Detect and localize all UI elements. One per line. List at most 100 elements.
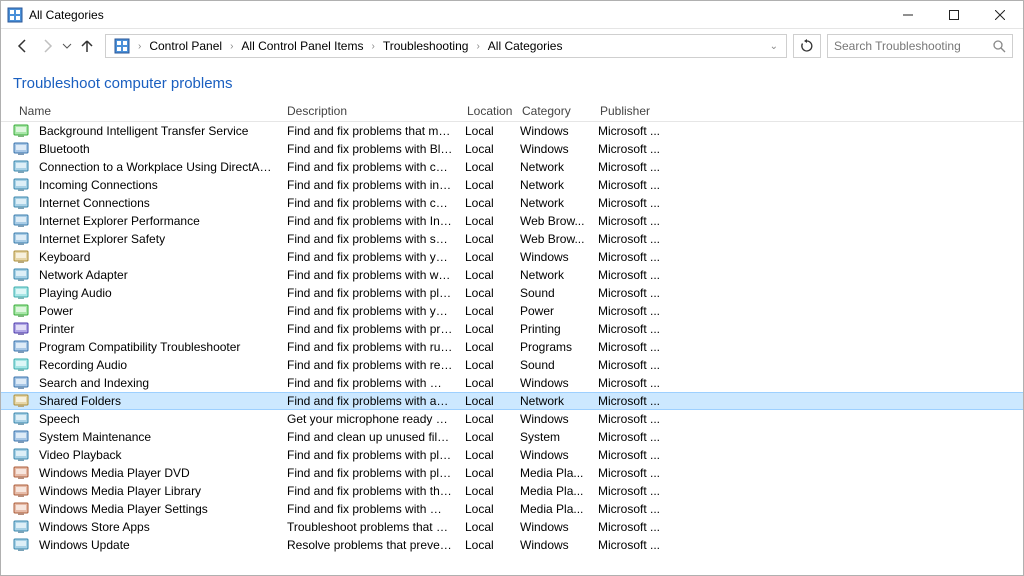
item-category: Network [514, 160, 592, 174]
item-description: Find and fix problems with playin... [281, 448, 459, 462]
item-description: Find and fix problems with conne... [281, 160, 459, 174]
list-item[interactable]: Internet Explorer PerformanceFind and fi… [1, 212, 1023, 230]
item-name: Windows Store Apps [33, 520, 281, 534]
item-publisher: Microsoft ... [592, 538, 672, 552]
item-location: Local [459, 394, 514, 408]
column-location[interactable]: Location [461, 104, 516, 118]
item-publisher: Microsoft ... [592, 304, 672, 318]
list-item[interactable]: PowerFind and fix problems with your c..… [1, 302, 1023, 320]
item-name: Video Playback [33, 448, 281, 462]
breadcrumb-all-categories[interactable]: All Categories [482, 35, 569, 57]
list-item[interactable]: Program Compatibility TroubleshooterFind… [1, 338, 1023, 356]
item-name: System Maintenance [33, 430, 281, 444]
item-category: Web Brow... [514, 232, 592, 246]
item-location: Local [459, 304, 514, 318]
item-publisher: Microsoft ... [592, 502, 672, 516]
item-location: Local [459, 448, 514, 462]
chevron-down-icon[interactable]: ⌄ [764, 41, 784, 52]
column-description[interactable]: Description [281, 104, 461, 118]
troubleshooter-icon [13, 249, 29, 265]
item-category: Windows [514, 520, 592, 534]
troubleshooter-icon [13, 465, 29, 481]
refresh-button[interactable] [793, 34, 821, 58]
item-location: Local [459, 178, 514, 192]
item-publisher: Microsoft ... [592, 430, 672, 444]
item-category: Windows [514, 448, 592, 462]
list-item[interactable]: Windows Media Player DVDFind and fix pro… [1, 464, 1023, 482]
item-category: Windows [514, 376, 592, 390]
item-publisher: Microsoft ... [592, 196, 672, 210]
troubleshooter-icon [13, 393, 29, 409]
breadcrumb-troubleshooting[interactable]: Troubleshooting [377, 35, 475, 57]
item-location: Local [459, 466, 514, 480]
maximize-button[interactable] [931, 1, 977, 29]
troubleshooter-icon [13, 537, 29, 553]
breadcrumb-all-items[interactable]: All Control Panel Items [235, 35, 369, 57]
back-button[interactable] [11, 34, 35, 58]
item-name: Internet Connections [33, 196, 281, 210]
list-item[interactable]: SpeechGet your microphone ready and f...… [1, 410, 1023, 428]
item-description: Find and fix problems with Intern... [281, 214, 459, 228]
column-name[interactable]: Name [13, 104, 281, 118]
list-item[interactable]: Windows Store AppsTroubleshoot problems … [1, 518, 1023, 536]
chevron-right-icon[interactable]: › [136, 41, 143, 52]
window-title: All Categories [29, 8, 885, 22]
item-description: Find and fix problems with Wind... [281, 376, 459, 390]
list-item[interactable]: Windows UpdateResolve problems that prev… [1, 536, 1023, 554]
list-item[interactable]: Recording AudioFind and fix problems wit… [1, 356, 1023, 374]
search-input[interactable]: Search Troubleshooting [827, 34, 1013, 58]
address-bar[interactable]: › Control Panel › All Control Panel Item… [105, 34, 787, 58]
column-category[interactable]: Category [516, 104, 594, 118]
item-location: Local [459, 538, 514, 552]
item-category: Programs [514, 340, 592, 354]
chevron-right-icon[interactable]: › [369, 41, 376, 52]
list-item[interactable]: PrinterFind and fix problems with printi… [1, 320, 1023, 338]
list-item[interactable]: Search and IndexingFind and fix problems… [1, 374, 1023, 392]
list-item[interactable]: Internet Explorer SafetyFind and fix pro… [1, 230, 1023, 248]
troubleshooter-icon [13, 375, 29, 391]
list-item[interactable]: Windows Media Player SettingsFind and fi… [1, 500, 1023, 518]
item-category: Sound [514, 358, 592, 372]
list-item[interactable]: Playing AudioFind and fix problems with … [1, 284, 1023, 302]
chevron-right-icon[interactable]: › [474, 41, 481, 52]
item-description: Find and fix problems with securi... [281, 232, 459, 246]
column-publisher[interactable]: Publisher [594, 104, 674, 118]
item-location: Local [459, 286, 514, 300]
item-publisher: Microsoft ... [592, 232, 672, 246]
item-publisher: Microsoft ... [592, 322, 672, 336]
item-name: Connection to a Workplace Using DirectAc… [33, 160, 281, 174]
item-name: Incoming Connections [33, 178, 281, 192]
troubleshooter-icon [13, 447, 29, 463]
recent-dropdown-button[interactable] [59, 34, 75, 58]
item-category: Network [514, 268, 592, 282]
list-item[interactable]: Windows Media Player LibraryFind and fix… [1, 482, 1023, 500]
breadcrumb-control-panel[interactable]: Control Panel [143, 35, 228, 57]
list-item[interactable]: KeyboardFind and fix problems with your … [1, 248, 1023, 266]
item-description: Find and fix problems with playin... [281, 286, 459, 300]
minimize-button[interactable] [885, 1, 931, 29]
item-name: Internet Explorer Safety [33, 232, 281, 246]
item-category: Web Brow... [514, 214, 592, 228]
list-item[interactable]: Incoming ConnectionsFind and fix problem… [1, 176, 1023, 194]
forward-button[interactable] [35, 34, 59, 58]
list-item[interactable]: BluetoothFind and fix problems with Blue… [1, 140, 1023, 158]
search-icon [992, 39, 1006, 53]
list-item[interactable]: Shared FoldersFind and fix problems with… [1, 392, 1023, 410]
list-item[interactable]: Video PlaybackFind and fix problems with… [1, 446, 1023, 464]
troubleshooter-icon [13, 411, 29, 427]
close-button[interactable] [977, 1, 1023, 29]
list-item[interactable]: Internet ConnectionsFind and fix problem… [1, 194, 1023, 212]
list-item[interactable]: Background Intelligent Transfer ServiceF… [1, 122, 1023, 140]
list-item[interactable]: Network AdapterFind and fix problems wit… [1, 266, 1023, 284]
item-location: Local [459, 430, 514, 444]
up-button[interactable] [75, 34, 99, 58]
list-item[interactable]: System MaintenanceFind and clean up unus… [1, 428, 1023, 446]
item-publisher: Microsoft ... [592, 160, 672, 174]
item-description: Find and fix problems that may p... [281, 124, 459, 138]
item-name: Windows Media Player Settings [33, 502, 281, 516]
item-name: Speech [33, 412, 281, 426]
list-item[interactable]: Connection to a Workplace Using DirectAc… [1, 158, 1023, 176]
item-location: Local [459, 376, 514, 390]
item-category: Network [514, 394, 592, 408]
chevron-right-icon[interactable]: › [228, 41, 235, 52]
